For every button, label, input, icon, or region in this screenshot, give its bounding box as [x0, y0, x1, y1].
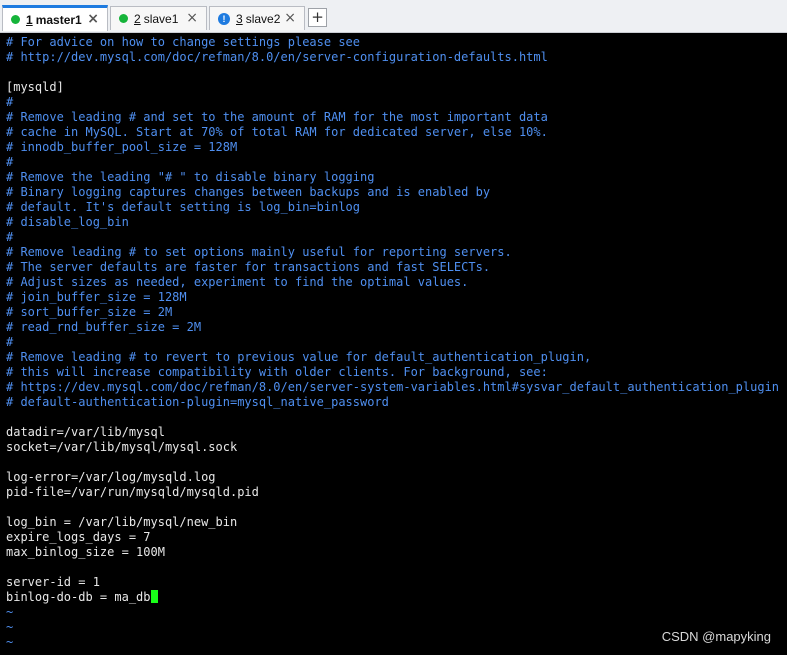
terminal-line-text: # default-authentication-plugin=mysql_na…	[6, 395, 389, 409]
terminal-line-text: # Remove the leading "# " to disable bin…	[6, 170, 375, 184]
terminal-line-text: # Remove leading # and set to the amount…	[6, 110, 548, 124]
terminal-line: # this will increase compatibility with …	[6, 365, 787, 380]
terminal-line-text: #	[6, 335, 14, 349]
terminal-line-text: expire_logs_days = 7	[6, 530, 151, 544]
terminal-line-text: #	[6, 95, 14, 109]
terminal-line-text: binlog-do-db = ma_db	[6, 590, 151, 604]
terminal-line-text: # disable_log_bin	[6, 215, 129, 229]
empty-buffer-line: ~	[6, 605, 787, 620]
terminal-line-text: # cache in MySQL. Start at 70% of total …	[6, 125, 548, 139]
terminal-line-text: # Binary logging captures changes betwee…	[6, 185, 491, 199]
terminal-line: # default-authentication-plugin=mysql_na…	[6, 395, 787, 410]
terminal-line: # sort_buffer_size = 2M	[6, 305, 787, 320]
watermark: CSDN @mapyking	[661, 629, 771, 644]
close-icon[interactable]: ×	[186, 10, 198, 26]
terminal-line: log_bin = /var/lib/mysql/new_bin	[6, 515, 787, 530]
terminal-line: expire_logs_days = 7	[6, 530, 787, 545]
terminal-line-text: [mysqld]	[6, 80, 64, 94]
tab-label: master1	[35, 12, 82, 27]
terminal-line: # http://dev.mysql.com/doc/refman/8.0/en…	[6, 50, 787, 65]
terminal-line-text: ~	[6, 635, 14, 649]
terminal-line: # disable_log_bin	[6, 215, 787, 230]
terminal-line: # Remove the leading "# " to disable bin…	[6, 170, 787, 185]
terminal-line: # Remove leading # to revert to previous…	[6, 350, 787, 365]
terminal-line: pid-file=/var/run/mysqld/mysqld.pid	[6, 485, 787, 500]
tab-bar: 1 master1 × 2 slave1 × ! 3 slave2 × +	[0, 0, 787, 33]
connected-status-icon	[11, 15, 20, 24]
terminal-line-text: # Adjust sizes as needed, experiment to …	[6, 275, 469, 289]
terminal-line: max_binlog_size = 100M	[6, 545, 787, 560]
terminal-line: # read_rnd_buffer_size = 2M	[6, 320, 787, 335]
terminal-line: socket=/var/lib/mysql/mysql.sock	[6, 440, 787, 455]
terminal-line-text: # http://dev.mysql.com/doc/refman/8.0/en…	[6, 50, 548, 64]
terminal-line-text: pid-file=/var/run/mysqld/mysqld.pid	[6, 485, 259, 499]
tab-label: slave1	[143, 11, 179, 26]
terminal-output[interactable]: # For advice on how to change settings p…	[6, 35, 787, 655]
terminal-line-text: log-error=/var/log/mysqld.log	[6, 470, 216, 484]
terminal-line-text: # default. It's default setting is log_b…	[6, 200, 361, 214]
close-icon[interactable]: ×	[87, 11, 99, 27]
tab-master1[interactable]: 1 master1 ×	[2, 5, 108, 31]
terminal-line: # default. It's default setting is log_b…	[6, 200, 787, 215]
terminal-line: datadir=/var/lib/mysql	[6, 425, 787, 440]
terminal-line: # innodb_buffer_pool_size = 128M	[6, 140, 787, 155]
terminal-line-text: #	[6, 155, 14, 169]
terminal-line: #	[6, 335, 787, 350]
terminal-line: # The server defaults are faster for tra…	[6, 260, 787, 275]
text-cursor	[150, 590, 158, 603]
new-tab-button[interactable]: +	[308, 8, 327, 27]
terminal-line-text: # sort_buffer_size = 2M	[6, 305, 173, 319]
terminal-line-text: # Remove leading # to set options mainly…	[6, 245, 512, 259]
terminal-line-text: #	[6, 230, 14, 244]
close-icon[interactable]: ×	[284, 10, 296, 26]
terminal-line-text: # this will increase compatibility with …	[6, 365, 548, 379]
terminal-line-text: # read_rnd_buffer_size = 2M	[6, 320, 202, 334]
tab-slave1[interactable]: 2 slave1 ×	[110, 6, 207, 30]
terminal-line-text: log_bin = /var/lib/mysql/new_bin	[6, 515, 238, 529]
terminal-line: # join_buffer_size = 128M	[6, 290, 787, 305]
terminal-line-text: # join_buffer_size = 128M	[6, 290, 187, 304]
terminal-line: # Remove leading # to set options mainly…	[6, 245, 787, 260]
tab-number: 1	[26, 12, 33, 27]
info-status-icon: !	[218, 12, 230, 25]
terminal-line-text: ~	[6, 620, 14, 634]
terminal-line: # Remove leading # and set to the amount…	[6, 110, 787, 125]
connected-status-icon	[119, 14, 128, 23]
terminal-line-text: # https://dev.mysql.com/doc/refman/8.0/e…	[6, 380, 780, 394]
terminal-line: # https://dev.mysql.com/doc/refman/8.0/e…	[6, 380, 787, 395]
terminal-line-text: # For advice on how to change settings p…	[6, 35, 361, 49]
terminal-line: # Adjust sizes as needed, experiment to …	[6, 275, 787, 290]
terminal-line: # For advice on how to change settings p…	[6, 35, 787, 50]
terminal-line-text: ~	[6, 605, 14, 619]
terminal-line: [mysqld]	[6, 80, 787, 95]
terminal-line-text: server-id = 1	[6, 575, 100, 589]
terminal-line: # Binary logging captures changes betwee…	[6, 185, 787, 200]
tab-slave2[interactable]: ! 3 slave2 ×	[209, 6, 305, 30]
tab-label: slave2	[245, 11, 281, 26]
terminal-line-text: datadir=/var/lib/mysql	[6, 425, 165, 439]
tab-number: 2	[134, 11, 141, 26]
terminal-line: binlog-do-db = ma_db	[6, 590, 787, 605]
terminal-line-text: socket=/var/lib/mysql/mysql.sock	[6, 440, 238, 454]
terminal-line-text: # The server defaults are faster for tra…	[6, 260, 491, 274]
terminal-line: #	[6, 155, 787, 170]
terminal-line-text: max_binlog_size = 100M	[6, 545, 165, 559]
terminal-line: #	[6, 95, 787, 110]
terminal-line: #	[6, 230, 787, 245]
tab-number: 3	[236, 11, 243, 26]
terminal-line: # cache in MySQL. Start at 70% of total …	[6, 125, 787, 140]
terminal-line: server-id = 1	[6, 575, 787, 590]
terminal-line-text: # Remove leading # to revert to previous…	[6, 350, 592, 364]
terminal-line: log-error=/var/log/mysqld.log	[6, 470, 787, 485]
terminal-line-text: # innodb_buffer_pool_size = 128M	[6, 140, 238, 154]
